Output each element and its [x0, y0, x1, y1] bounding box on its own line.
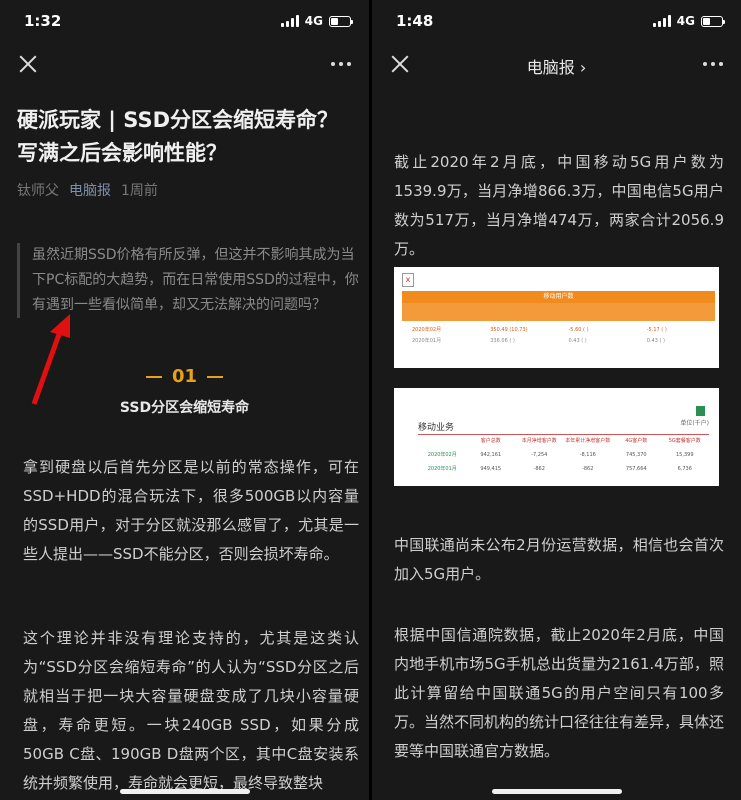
- paragraph-2: 中国联通尚未公布2月份运营数据，相信也会首次加入5G用户。: [394, 536, 724, 583]
- status-bar: 1:48 4G: [372, 0, 741, 44]
- signal-icon: [652, 15, 671, 27]
- paragraph-1: 拿到硬盘以后首先分区是以前的常态操作，可在SSD+HDD的混合玩法下，很多500…: [23, 458, 359, 563]
- left-screenshot: 1:32 4G 硬派玩家 | SSD分区会缩短寿命？写满之后会影响性能？ 钛师父…: [0, 0, 369, 800]
- more-icon[interactable]: [703, 62, 723, 66]
- network-type: 4G: [304, 14, 323, 28]
- paragraph-1: 截止2020年2月底，中国移动5G用户数为1539.9万，当月净增866.3万，…: [394, 153, 724, 258]
- battery-icon: [701, 15, 725, 27]
- table-header-row: 客户总数 本月净增客户数 本年累计净增客户数 4G客户数 5G套餐客户数: [480, 438, 701, 444]
- excel-icon: [696, 406, 705, 416]
- paragraph-2: 这个理论并非没有理论支持的，尤其是这类认为“SSD分区会缩短寿命”的人认为“SS…: [23, 629, 359, 794]
- paragraph-3: 根据中国信通院数据，截止2020年2月底，中国内地手机市场5G手机总出货量为21…: [394, 626, 725, 760]
- table-row: 2020年02月 942,161 -7,254 -8,116 745,370 15,399: [427, 452, 694, 458]
- section-number: 01: [0, 366, 369, 387]
- article-meta: 钛师父 电脑报 1周前: [17, 180, 158, 200]
- section-title: SSD分区会缩短寿命: [119, 400, 250, 416]
- article-title: 硬派玩家 | SSD分区会缩短寿命？写满之后会影响性能？: [17, 108, 339, 165]
- status-time: 1:48: [396, 12, 434, 30]
- table-row: 2020年01月 949,415 -862 -862 757,664 6,736: [427, 466, 692, 472]
- home-indicator[interactable]: [119, 789, 250, 794]
- battery-icon: [329, 15, 353, 27]
- nav-bar: [0, 48, 369, 82]
- network-type: 4G: [676, 14, 695, 28]
- status-time: 1:32: [24, 12, 62, 30]
- close-icon[interactable]: [18, 54, 38, 74]
- status-bar: 1:32 4G: [0, 0, 369, 44]
- table-header: 移动用户数: [402, 291, 715, 303]
- signal-icon: [280, 15, 299, 27]
- table-title: 移动业务: [418, 423, 455, 433]
- table-row: 2020年01月 336.06 ( ) 0.43 ( ) 0.43 ( ): [412, 338, 665, 344]
- time-ago: 1周前: [121, 183, 158, 199]
- nav-account-title[interactable]: 电脑报 ›: [372, 54, 741, 78]
- home-indicator[interactable]: [491, 789, 622, 794]
- table-unit: 单位(千户): [680, 420, 709, 427]
- right-screenshot: 1:48 4G 电脑报 › 截止2020年2月底，中国移动5G用户数为1539.…: [372, 0, 741, 800]
- intro-quote: 虽然近期SSD价格有所反弹，但这并不影响其成为当下PC标配的大趋势，而在日常使用…: [17, 243, 359, 318]
- author: 钛师父: [17, 183, 59, 199]
- table-image-2: 移动业务 单位(千户) 客户总数 本月净增客户数 本年累计净增客户数 4G客户数 5G套…: [394, 388, 719, 486]
- excel-icon: x: [402, 273, 414, 287]
- nav-bar: 电脑报 ›: [372, 48, 741, 82]
- more-icon[interactable]: [331, 62, 351, 66]
- table-image-1: x 移动用户数 2020年02月 350.49 (10.73) -5.60 ( ) -…: [394, 267, 719, 368]
- account-link[interactable]: 电脑报: [69, 180, 111, 200]
